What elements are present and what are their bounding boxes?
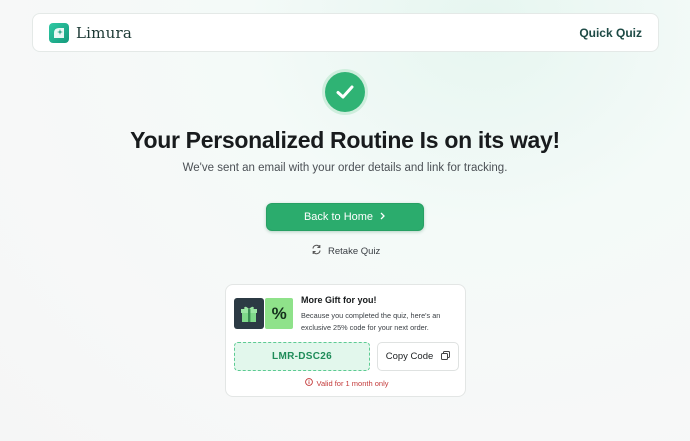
gift-icon (234, 298, 265, 329)
limura-logo-icon (49, 22, 69, 43)
gift-illustration: % (234, 298, 293, 329)
refresh-icon (311, 244, 322, 258)
retake-quiz-label: Retake Quiz (328, 245, 381, 257)
percent-icon: % (265, 298, 293, 329)
gift-title: More Gift for you! (301, 295, 377, 305)
copy-code-button[interactable]: Copy Code (377, 342, 459, 371)
top-navbar: Limura Quick Quiz (32, 13, 659, 52)
page-title: Your Personalized Routine Is on its way! (130, 127, 560, 153)
brand[interactable]: Limura (49, 22, 132, 43)
copy-code-label: Copy Code (385, 351, 434, 362)
validity-text: Valid for 1 month only (316, 378, 389, 388)
retake-quiz-link[interactable]: Retake Quiz (311, 244, 380, 258)
back-to-home-button[interactable]: Back to Home (266, 203, 424, 231)
back-to-home-label: Back to Home (303, 211, 374, 223)
check-icon (325, 72, 365, 112)
gift-card: % More Gift for you! Because you complet… (225, 284, 466, 397)
page-subtitle: We've sent an email with your order deta… (182, 162, 508, 174)
discount-code[interactable]: LMR-DSC26 (234, 342, 370, 371)
quick-quiz-link[interactable]: Quick Quiz (579, 26, 642, 40)
info-icon (304, 378, 313, 388)
brand-name: Limura (76, 23, 132, 42)
chevron-right-icon (379, 211, 386, 223)
gift-description: Because you completed the quiz, here's a… (301, 311, 441, 332)
success-badge (322, 69, 368, 115)
copy-icon (441, 350, 451, 363)
validity-note: Valid for 1 month only (226, 378, 467, 388)
